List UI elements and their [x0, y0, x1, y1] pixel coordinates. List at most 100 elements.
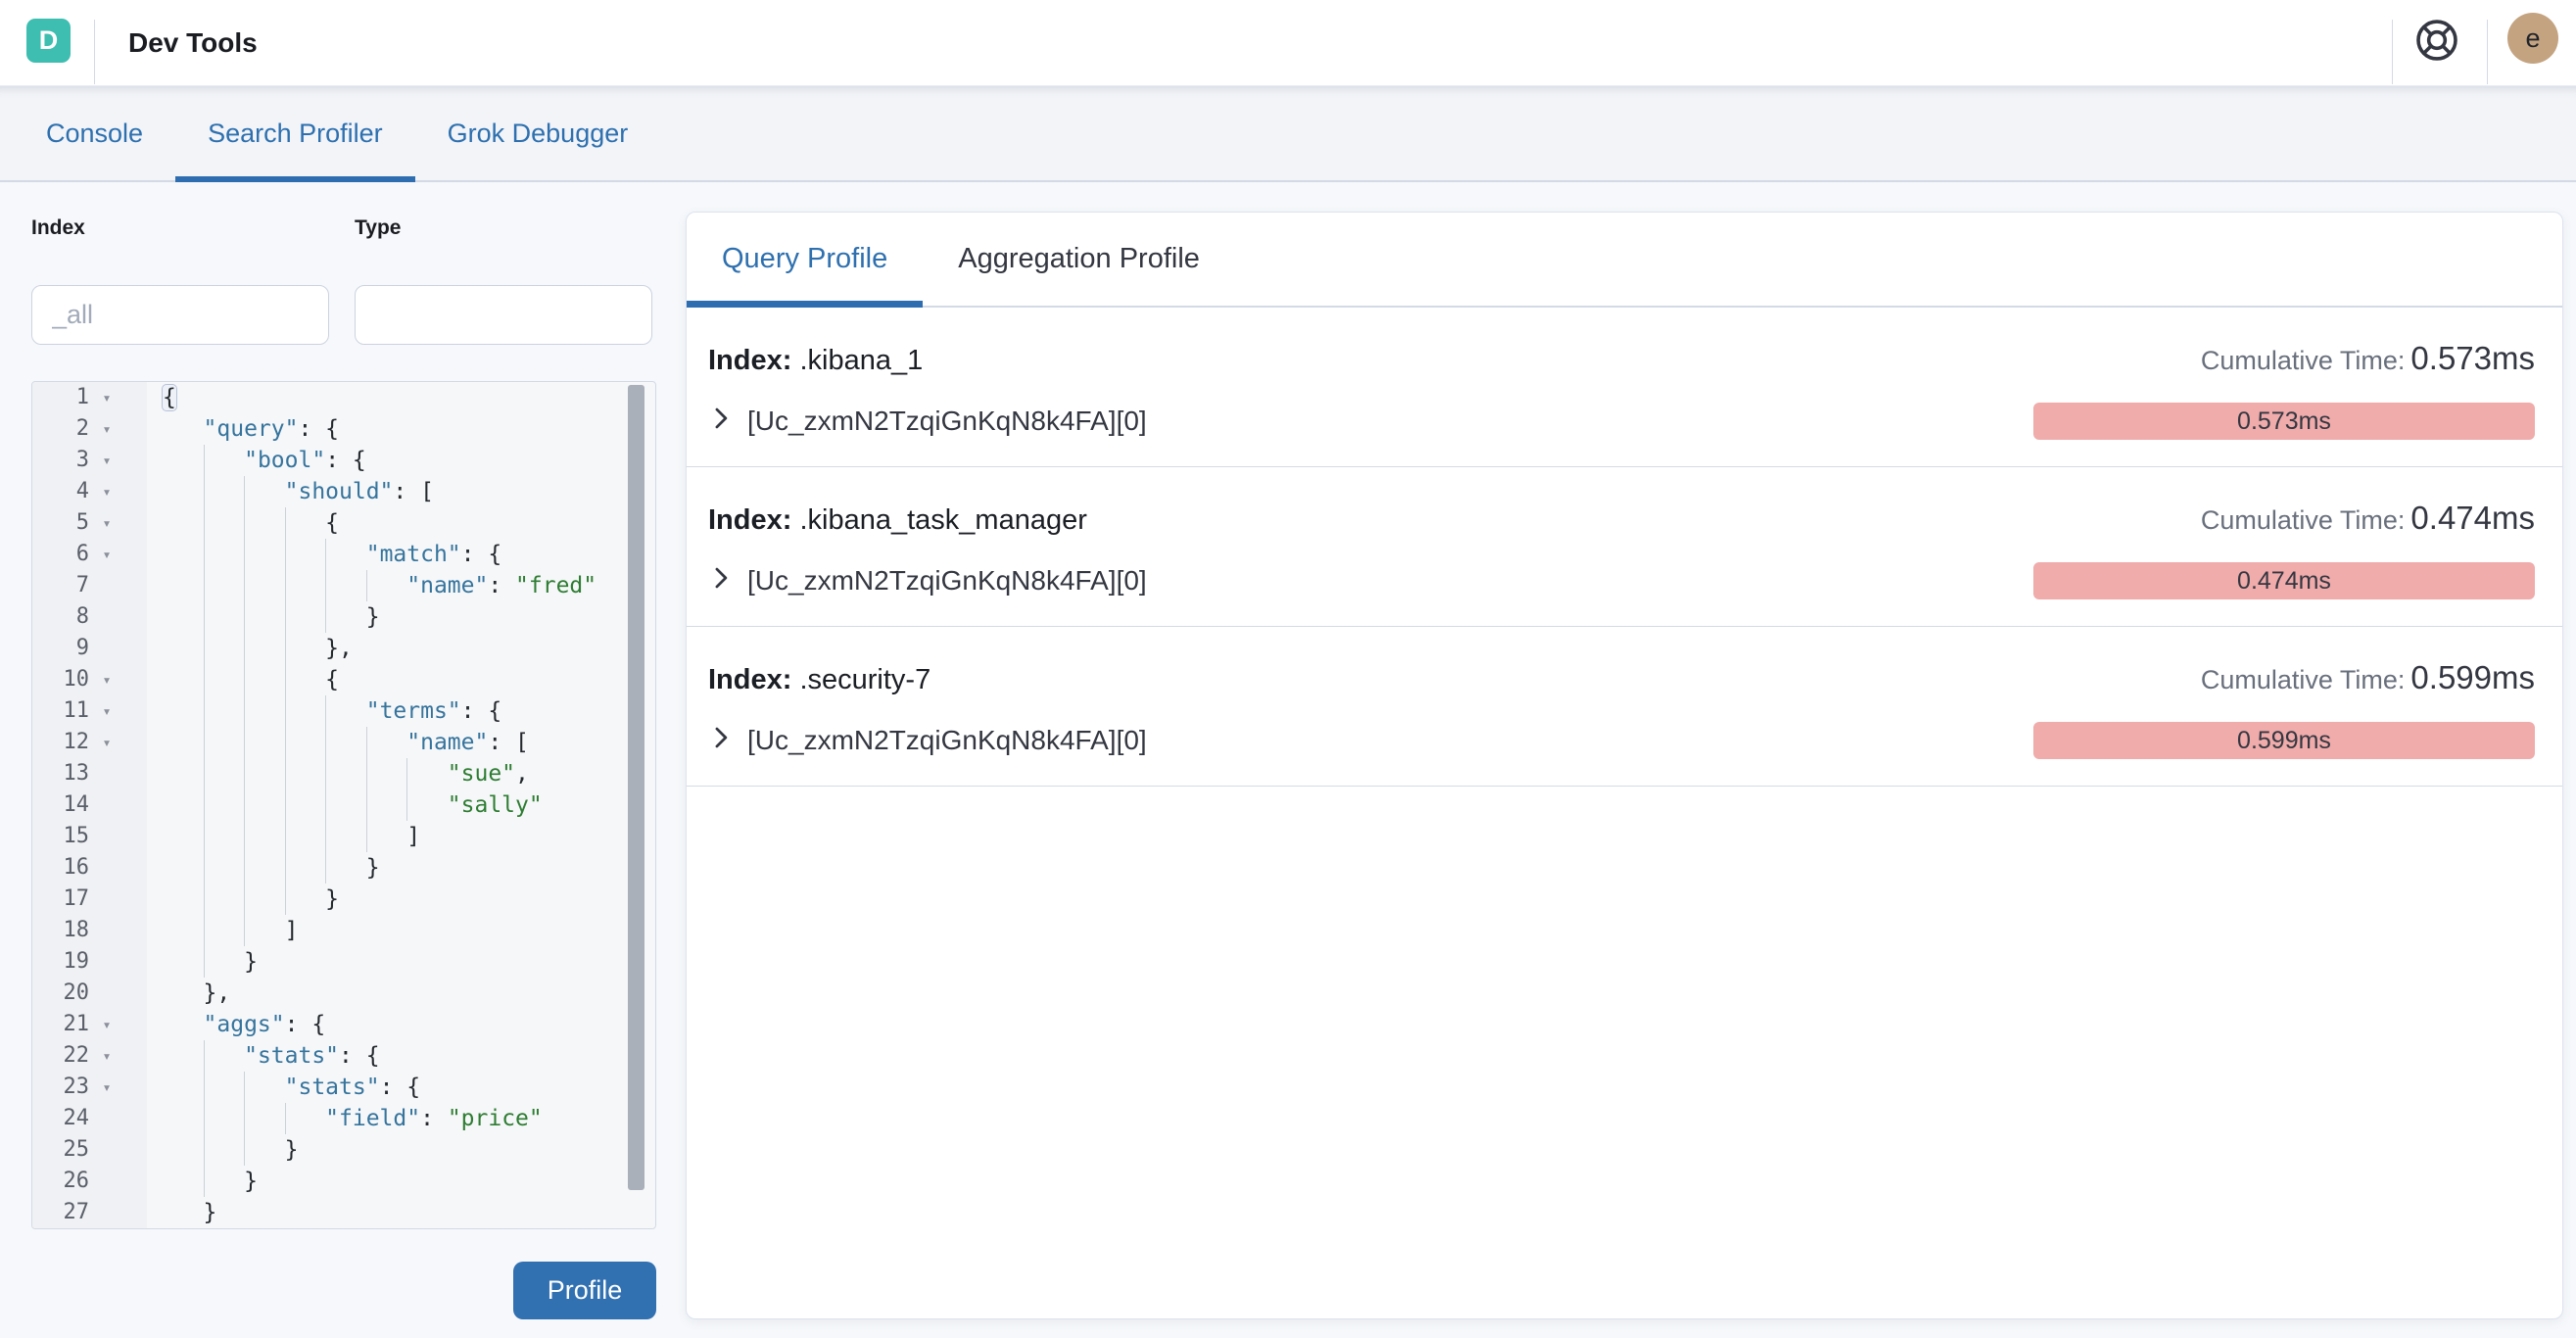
- shard-time-bar[interactable]: 0.474ms: [2033, 562, 2535, 599]
- editor-line[interactable]: 15 ]: [32, 821, 655, 852]
- shard-expander[interactable]: [Uc_zxmN2TzqiGnKqN8k4FA][0]: [708, 406, 1147, 438]
- query-json-editor[interactable]: 1▾{2▾ "query": {3▾ "bool": {4▾ "should":…: [31, 381, 656, 1229]
- editor-line[interactable]: 2▾ "query": {: [32, 413, 655, 445]
- editor-gutter: 17: [32, 884, 147, 915]
- editor-line[interactable]: 3▾ "bool": {: [32, 445, 655, 476]
- fold-arrow-icon[interactable]: ▾: [89, 413, 124, 445]
- editor-gutter: 22▾: [32, 1040, 147, 1072]
- indent-guide: [285, 852, 286, 884]
- indent-guide: [204, 1134, 205, 1166]
- fold-arrow-icon[interactable]: ▾: [89, 1072, 124, 1103]
- indent-guide: [285, 695, 286, 727]
- editor-line[interactable]: 16 }: [32, 852, 655, 884]
- editor-line[interactable]: 14 "sally": [32, 789, 655, 821]
- indent-guide: [244, 601, 245, 633]
- editor-line[interactable]: 21▾ "aggs": {: [32, 1009, 655, 1040]
- editor-gutter: 16: [32, 852, 147, 884]
- shard-time-bar[interactable]: 0.573ms: [2033, 403, 2535, 440]
- header-divider: [2392, 20, 2393, 84]
- tab-search-profiler[interactable]: Search Profiler: [175, 86, 415, 180]
- tab-aggregation-profile[interactable]: Aggregation Profile: [923, 213, 1235, 306]
- indent-guide: [325, 601, 326, 633]
- editor-line[interactable]: 5▾ {: [32, 507, 655, 539]
- editor-line[interactable]: 23▾ "stats": {: [32, 1072, 655, 1103]
- editor-line[interactable]: 4▾ "should": [: [32, 476, 655, 507]
- fold-arrow-icon[interactable]: ▾: [89, 1040, 124, 1072]
- editor-line[interactable]: 17 }: [32, 884, 655, 915]
- fold-arrow-icon[interactable]: ▾: [89, 507, 124, 539]
- tab-console[interactable]: Console: [14, 86, 175, 180]
- editor-line[interactable]: 10▾ {: [32, 664, 655, 695]
- editor-line[interactable]: 9 },: [32, 633, 655, 664]
- editor-gutter: 25: [32, 1134, 147, 1166]
- editor-code: "terms": {: [147, 695, 655, 727]
- shard-expander[interactable]: [Uc_zxmN2TzqiGnKqN8k4FA][0]: [708, 565, 1147, 597]
- editor-line[interactable]: 22▾ "stats": {: [32, 1040, 655, 1072]
- editor-line[interactable]: 8 }: [32, 601, 655, 633]
- indent-guide: [285, 601, 286, 633]
- editor-line[interactable]: 24 "field": "price": [32, 1103, 655, 1134]
- indent-guide: [204, 789, 205, 821]
- indent-guide: [285, 727, 286, 758]
- editor-line[interactable]: 6▾ "match": {: [32, 539, 655, 570]
- editor-gutter: 15: [32, 821, 147, 852]
- editor-line[interactable]: 18 ]: [32, 915, 655, 946]
- indent-guide: [285, 758, 286, 789]
- editor-code: }: [147, 852, 655, 884]
- life-buoy-help-icon: [2414, 18, 2459, 68]
- editor-code: "sally": [147, 789, 655, 821]
- tab-query-profile[interactable]: Query Profile: [687, 213, 923, 306]
- indent-guide: [204, 570, 205, 601]
- user-avatar[interactable]: e: [2507, 13, 2558, 64]
- editor-gutter: 20: [32, 978, 147, 1009]
- indent-guide: [244, 852, 245, 884]
- index-input[interactable]: [31, 285, 329, 345]
- indent-guide: [366, 727, 367, 758]
- indent-guide: [366, 789, 367, 821]
- editor-line[interactable]: 25 }: [32, 1134, 655, 1166]
- editor-gutter: 11▾: [32, 695, 147, 727]
- shard-id: [Uc_zxmN2TzqiGnKqN8k4FA][0]: [747, 725, 1147, 756]
- editor-gutter: 3▾: [32, 445, 147, 476]
- editor-code: }: [147, 1197, 655, 1228]
- editor-line[interactable]: 1▾{: [32, 382, 655, 413]
- tab-grok-debugger[interactable]: Grok Debugger: [415, 86, 661, 180]
- indent-guide: [244, 884, 245, 915]
- help-button[interactable]: [2413, 16, 2460, 70]
- fold-arrow-icon[interactable]: ▾: [89, 445, 124, 476]
- fold-arrow-icon[interactable]: ▾: [89, 695, 124, 727]
- editor-line[interactable]: 19 }: [32, 946, 655, 978]
- profiler-index-row: Index: .kibana_task_managerCumulative Ti…: [687, 467, 2562, 627]
- editor-line[interactable]: 27 }: [32, 1197, 655, 1228]
- fold-arrow-icon[interactable]: ▾: [89, 476, 124, 507]
- editor-line[interactable]: 7 "name": "fred": [32, 570, 655, 601]
- shard-expander[interactable]: [Uc_zxmN2TzqiGnKqN8k4FA][0]: [708, 725, 1147, 757]
- editor-line[interactable]: 26 }: [32, 1166, 655, 1197]
- header-divider: [94, 20, 95, 84]
- editor-code: "should": [: [147, 476, 655, 507]
- editor-gutter: 21▾: [32, 1009, 147, 1040]
- fold-arrow-icon[interactable]: ▾: [89, 727, 124, 758]
- editor-code: "bool": {: [147, 445, 655, 476]
- editor-scrollbar[interactable]: [628, 385, 644, 1190]
- fold-arrow-icon[interactable]: ▾: [89, 1009, 124, 1040]
- editor-code: {: [147, 507, 655, 539]
- indent-guide: [204, 852, 205, 884]
- editor-line[interactable]: 12▾ "name": [: [32, 727, 655, 758]
- profile-button[interactable]: Profile: [513, 1262, 656, 1319]
- fold-arrow-icon[interactable]: ▾: [89, 382, 124, 413]
- shard-time-bar[interactable]: 0.599ms: [2033, 722, 2535, 759]
- editor-line[interactable]: 20 },: [32, 978, 655, 1009]
- editor-line[interactable]: 11▾ "terms": {: [32, 695, 655, 727]
- indent-guide: [244, 695, 245, 727]
- editor-code: }: [147, 946, 655, 978]
- editor-gutter: 19: [32, 946, 147, 978]
- editor-line[interactable]: 13 "sue",: [32, 758, 655, 789]
- editor-code: "stats": {: [147, 1040, 655, 1072]
- indent-guide: [204, 601, 205, 633]
- editor-gutter: 6▾: [32, 539, 147, 570]
- kibana-logo[interactable]: D: [26, 19, 71, 63]
- type-input[interactable]: [355, 285, 652, 345]
- fold-arrow-icon[interactable]: ▾: [89, 539, 124, 570]
- fold-arrow-icon[interactable]: ▾: [89, 664, 124, 695]
